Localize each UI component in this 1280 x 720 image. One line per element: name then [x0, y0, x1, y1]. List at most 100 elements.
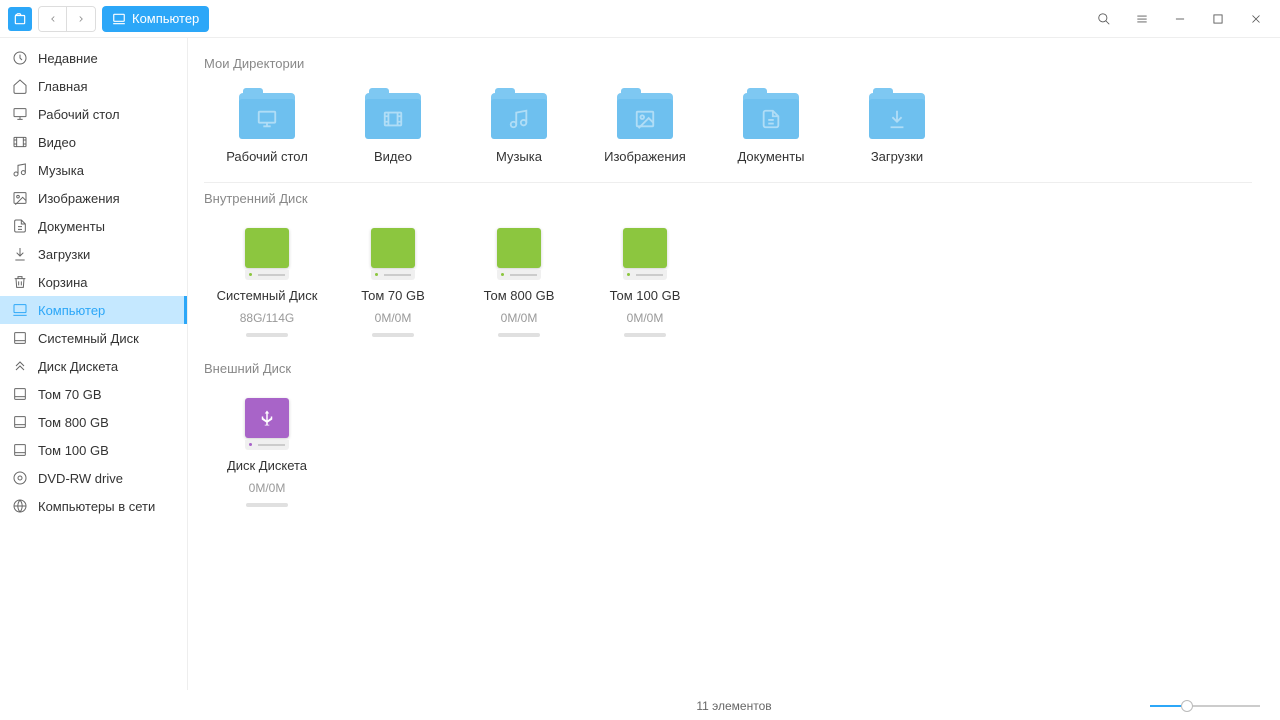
- disk-item[interactable]: Том 800 GB 0M/0M: [456, 224, 582, 353]
- item-label: Видео: [374, 149, 412, 166]
- sidebar-item-downloads[interactable]: Загрузки: [0, 240, 187, 268]
- sidebar-item-video[interactable]: Видео: [0, 128, 187, 156]
- disk-icon: [12, 386, 28, 402]
- sidebar-item-tom800[interactable]: Том 800 GB: [0, 408, 187, 436]
- sidebar-item-images[interactable]: Изображения: [0, 184, 187, 212]
- disk-progress: [246, 503, 288, 507]
- item-label: Загрузки: [871, 149, 923, 166]
- item-label: Системный Диск: [217, 288, 318, 305]
- sidebar-item-music[interactable]: Музыка: [0, 156, 187, 184]
- sidebar-item-label: Музыка: [38, 163, 84, 178]
- sidebar-item-label: Системный Диск: [38, 331, 139, 346]
- item-label: Изображения: [604, 149, 686, 166]
- item-label: Диск Дискета: [227, 458, 307, 475]
- folder-icon: [239, 93, 295, 139]
- sidebar-item-label: Корзина: [38, 275, 88, 290]
- disk-progress: [372, 333, 414, 337]
- back-button[interactable]: [39, 7, 67, 31]
- sidebar-item-tom70[interactable]: Том 70 GB: [0, 380, 187, 408]
- item-sub: 88G/114G: [240, 311, 294, 325]
- item-sub: 0M/0M: [375, 311, 412, 325]
- forward-button[interactable]: [67, 7, 95, 31]
- disk-item[interactable]: Диск Дискета 0M/0M: [204, 394, 330, 523]
- item-label: Том 70 GB: [361, 288, 425, 305]
- disk-icon: [621, 228, 669, 282]
- disk-item[interactable]: Системный Диск 88G/114G: [204, 224, 330, 353]
- folder-item[interactable]: Изображения: [582, 89, 708, 182]
- item-label: Документы: [737, 149, 804, 166]
- document-icon: [12, 218, 28, 234]
- location-button[interactable]: Компьютер: [102, 6, 209, 32]
- sidebar-item-label: Компьютер: [38, 303, 105, 318]
- image-icon: [12, 190, 28, 206]
- zoom-thumb[interactable]: [1181, 700, 1193, 712]
- nav-group: [38, 6, 96, 32]
- sidebar-item-label: Том 800 GB: [38, 415, 109, 430]
- menu-button[interactable]: [1126, 3, 1158, 35]
- close-button[interactable]: [1240, 3, 1272, 35]
- sidebar-item-documents[interactable]: Документы: [0, 212, 187, 240]
- sidebar-item-tom100[interactable]: Том 100 GB: [0, 436, 187, 464]
- sidebar-item-dvd[interactable]: DVD-RW drive: [0, 464, 187, 492]
- trash-icon: [12, 274, 28, 290]
- disk-icon: [369, 228, 417, 282]
- maximize-button[interactable]: [1202, 3, 1234, 35]
- disk-icon: [12, 442, 28, 458]
- search-button[interactable]: [1088, 3, 1120, 35]
- sidebar-item-network[interactable]: Компьютеры в сети: [0, 492, 187, 520]
- section-title-internal: Внутренний Диск: [204, 191, 1252, 206]
- sidebar-item-label: Документы: [38, 219, 105, 234]
- statusbar: 11 элементов: [188, 690, 1280, 720]
- folder-item[interactable]: Музыка: [456, 89, 582, 182]
- dvd-icon: [12, 470, 28, 486]
- sidebar: Недавние Главная Рабочий стол Видео Музыка Из…: [0, 38, 188, 690]
- home-icon: [12, 78, 28, 94]
- sidebar-item-label: Видео: [38, 135, 76, 150]
- zoom-slider[interactable]: [1150, 704, 1260, 708]
- floppy-icon: [12, 358, 28, 374]
- disk-progress: [624, 333, 666, 337]
- sidebar-item-computer[interactable]: Компьютер: [0, 296, 187, 324]
- disk-item[interactable]: Том 100 GB 0M/0M: [582, 224, 708, 353]
- disk-icon: [12, 414, 28, 430]
- disk-progress: [498, 333, 540, 337]
- sidebar-item-recent[interactable]: Недавние: [0, 44, 187, 72]
- sidebar-item-desktop[interactable]: Рабочий стол: [0, 100, 187, 128]
- item-label: Том 100 GB: [610, 288, 681, 305]
- folder-item[interactable]: Загрузки: [834, 89, 960, 182]
- toolbar: Компьютер: [0, 0, 1280, 38]
- sidebar-item-label: DVD-RW drive: [38, 471, 123, 486]
- item-label: Музыка: [496, 149, 542, 166]
- disk-item[interactable]: Том 70 GB 0M/0M: [330, 224, 456, 353]
- desktop-icon: [12, 106, 28, 122]
- section-title-external: Внешний Диск: [204, 361, 1252, 376]
- content-area: Мои Директории Рабочий стол Видео Музыка…: [188, 38, 1280, 690]
- sidebar-item-home[interactable]: Главная: [0, 72, 187, 100]
- disk-icon: [495, 228, 543, 282]
- folder-item[interactable]: Видео: [330, 89, 456, 182]
- sidebar-item-trash[interactable]: Корзина: [0, 268, 187, 296]
- sidebar-item-label: Том 70 GB: [38, 387, 102, 402]
- folder-icon: [869, 93, 925, 139]
- sidebar-item-floppy[interactable]: Диск Дискета: [0, 352, 187, 380]
- sidebar-item-sysdisk[interactable]: Системный Диск: [0, 324, 187, 352]
- app-icon: [8, 7, 32, 31]
- folder-icon: [365, 93, 421, 139]
- computer-icon: [12, 302, 28, 318]
- item-sub: 0M/0M: [501, 311, 538, 325]
- folder-icon: [491, 93, 547, 139]
- sidebar-item-label: Недавние: [38, 51, 98, 66]
- clock-icon: [12, 50, 28, 66]
- folder-item[interactable]: Документы: [708, 89, 834, 182]
- folder-item[interactable]: Рабочий стол: [204, 89, 330, 182]
- sidebar-item-label: Загрузки: [38, 247, 90, 262]
- sidebar-item-label: Изображения: [38, 191, 120, 206]
- sidebar-item-label: Компьютеры в сети: [38, 499, 155, 514]
- sidebar-item-label: Диск Дискета: [38, 359, 118, 374]
- status-text: 11 элементов: [696, 699, 771, 713]
- folder-icon: [743, 93, 799, 139]
- minimize-button[interactable]: [1164, 3, 1196, 35]
- sidebar-item-label: Рабочий стол: [38, 107, 120, 122]
- network-icon: [12, 498, 28, 514]
- section-title-mydirs: Мои Директории: [204, 56, 1252, 71]
